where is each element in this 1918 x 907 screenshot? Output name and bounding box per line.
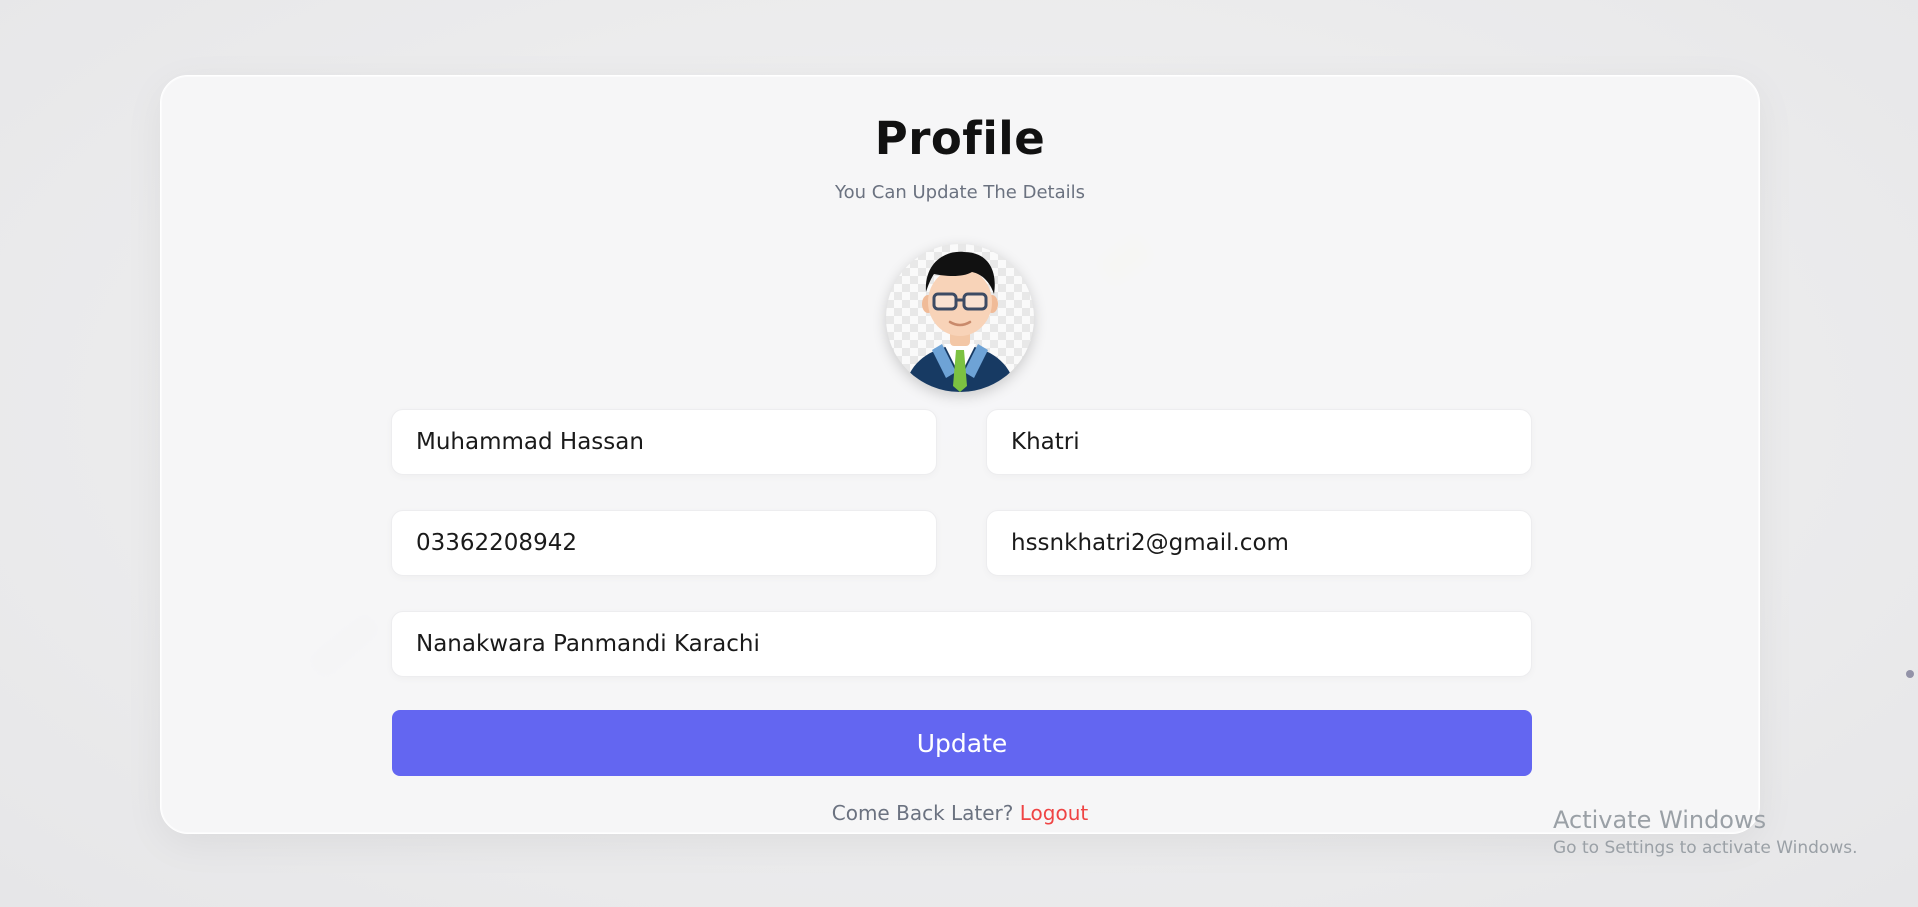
page-title: Profile	[874, 112, 1046, 165]
page-subtitle: You Can Update The Details	[835, 182, 1085, 203]
update-button[interactable]: Update	[392, 710, 1532, 776]
avatar-person-icon	[904, 251, 1016, 392]
phone-field[interactable]	[391, 510, 937, 576]
footer-text: Come Back Later?	[831, 801, 1014, 825]
scroll-indicator-dot	[1906, 670, 1914, 678]
watermark-subtitle: Go to Settings to activate Windows.	[1553, 838, 1858, 858]
email-field[interactable]	[986, 510, 1532, 576]
footer-prompt: Come Back Later? Logout	[161, 801, 1759, 825]
watermark-title: Activate Windows	[1553, 806, 1767, 834]
activate-windows-watermark: Activate Windows Go to Settings to activ…	[1553, 806, 1858, 858]
profile-card: Profile You Can Update The Details Muham…	[160, 75, 1760, 834]
last-name-field[interactable]	[986, 409, 1532, 475]
avatar[interactable]	[886, 244, 1034, 392]
logout-link[interactable]: Logout	[1020, 801, 1088, 825]
first-name-field[interactable]	[391, 409, 937, 475]
address-field[interactable]	[391, 611, 1532, 677]
